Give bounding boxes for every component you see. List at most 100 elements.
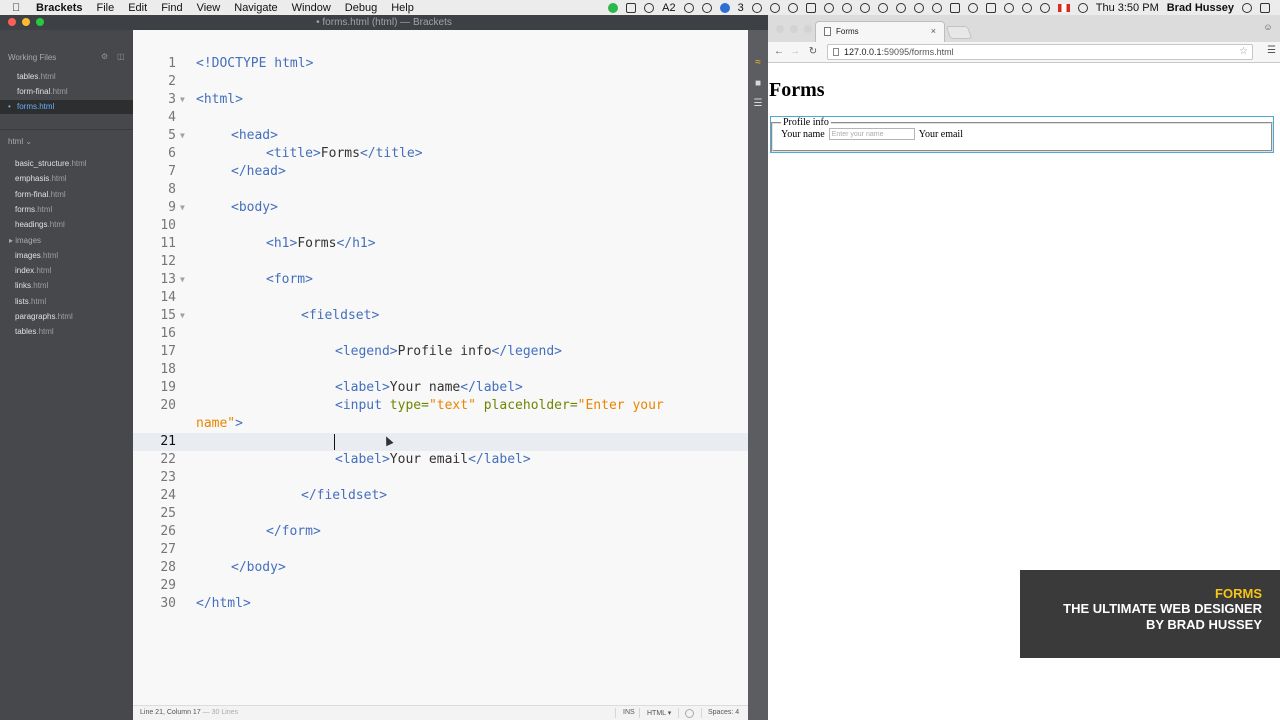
code-line[interactable]: 2 <box>133 73 748 91</box>
insert-mode-toggle[interactable]: INS <box>623 709 635 716</box>
tools-icon[interactable] <box>626 2 637 13</box>
profile-icon[interactable]: ☺ <box>1262 22 1274 34</box>
fold-arrow-icon[interactable]: ▼ <box>180 307 185 325</box>
file-tree-item[interactable]: images.html <box>0 249 133 263</box>
history-icon[interactable] <box>841 2 852 13</box>
layers-icon[interactable]: ☰ <box>752 98 764 110</box>
sync-icon[interactable] <box>608 2 619 13</box>
adobe-badge-icon[interactable]: A2 <box>662 2 675 14</box>
cloud-app-icon[interactable] <box>719 2 730 13</box>
close-window-button[interactable] <box>776 25 784 33</box>
code-line[interactable]: 19 <label>Your name</label> <box>133 379 748 397</box>
code-line[interactable]: 4 <box>133 109 748 127</box>
battery-icon[interactable] <box>985 2 996 13</box>
menu-navigate[interactable]: Navigate <box>234 2 277 14</box>
project-dropdown[interactable]: html ⌄ <box>8 137 32 146</box>
minimize-window-button[interactable] <box>22 18 30 26</box>
indent-setting[interactable]: Spaces: 4 <box>708 709 739 716</box>
code-line[interactable]: 30 </html> <box>133 595 748 613</box>
code-line[interactable]: 24 </fieldset> <box>133 487 748 505</box>
fold-arrow-icon[interactable]: ▼ <box>180 199 185 217</box>
extension-manager-icon[interactable]: ■ <box>752 78 764 90</box>
info-icon[interactable] <box>769 2 780 13</box>
code-line[interactable]: 20 <input type="text" placeholder="Enter … <box>133 397 748 415</box>
code-line[interactable]: 29 <box>133 577 748 595</box>
forward-arrow-icon[interactable]: → <box>788 45 802 59</box>
page-info-icon[interactable] <box>833 48 839 56</box>
file-tree-item[interactable]: forms.html <box>0 203 133 217</box>
code-line[interactable]: 1 <!DOCTYPE html> <box>133 55 748 73</box>
disc-icon[interactable] <box>877 2 888 13</box>
address-bar[interactable]: 127.0.0.1:59095/forms.html ☆ <box>827 44 1253 60</box>
menu-window[interactable]: Window <box>292 2 331 14</box>
close-window-button[interactable] <box>8 18 16 26</box>
reload-icon[interactable]: ↻ <box>806 45 820 59</box>
apple-menu-icon[interactable]:  <box>12 2 26 14</box>
menu-app-name[interactable]: Brackets <box>36 2 82 14</box>
code-line[interactable]: 25 <box>133 505 748 523</box>
fold-arrow-icon[interactable]: ▼ <box>180 91 185 109</box>
new-tab-button[interactable] <box>945 26 973 39</box>
menu-help[interactable]: Help <box>391 2 414 14</box>
pen-icon[interactable] <box>931 2 942 13</box>
code-line[interactable]: 3 ▼ <html> <box>133 91 748 109</box>
code-line[interactable]: 17 <legend>Profile info</legend> <box>133 343 748 361</box>
clock-circle-icon[interactable] <box>701 2 712 13</box>
code-line[interactable]: 13 ▼ <form> <box>133 271 748 289</box>
file-tree-item[interactable]: form-final.html <box>0 188 133 202</box>
file-tree-item[interactable]: paragraphs.html <box>0 310 133 324</box>
back-arrow-icon[interactable]: ← <box>772 45 786 59</box>
plus-icon[interactable] <box>751 2 762 13</box>
bluetooth-icon[interactable] <box>1021 2 1032 13</box>
bar-icon[interactable] <box>683 2 694 13</box>
menu-find[interactable]: Find <box>161 2 182 14</box>
grid-icon[interactable] <box>823 2 834 13</box>
code-line[interactable]: 8 <box>133 181 748 199</box>
code-line[interactable]: 26 </form> <box>133 523 748 541</box>
wifi-icon[interactable] <box>1003 2 1014 13</box>
lint-status-icon[interactable] <box>685 709 694 718</box>
keyboard-icon[interactable] <box>1077 2 1088 13</box>
code-line[interactable]: 28 </body> <box>133 559 748 577</box>
chrome-menu-icon[interactable]: ☰ <box>1267 45 1276 56</box>
code-line[interactable]: 6 <title>Forms</title> <box>133 145 748 163</box>
flame-icon[interactable] <box>859 2 870 13</box>
upload-icon[interactable] <box>895 2 906 13</box>
gear-icon[interactable]: ⚙ <box>101 52 108 61</box>
current-code-line[interactable]: 21 <box>133 433 748 451</box>
code-line-wrapped[interactable]: name"> <box>133 415 748 433</box>
code-line[interactable]: 12 <box>133 253 748 271</box>
chat-icon[interactable] <box>967 2 978 13</box>
code-line[interactable]: 11 <h1>Forms</h1> <box>133 235 748 253</box>
code-line[interactable]: 9 ▼ <body> <box>133 199 748 217</box>
file-tree-item[interactable]: index.html <box>0 264 133 278</box>
box-icon[interactable] <box>644 2 655 13</box>
bookmark-star-icon[interactable]: ☆ <box>1239 45 1248 59</box>
tab-forms[interactable]: Forms × <box>815 21 945 42</box>
zoom-window-button[interactable] <box>804 25 812 33</box>
notification-center-icon[interactable] <box>1260 2 1270 13</box>
fold-arrow-icon[interactable]: ▼ <box>180 127 185 145</box>
windows-icon[interactable] <box>949 2 960 13</box>
dropbox-icon[interactable] <box>805 2 816 13</box>
menu-debug[interactable]: Debug <box>345 2 377 14</box>
code-line[interactable]: 16 <box>133 325 748 343</box>
canada-flag-icon[interactable] <box>1057 3 1070 12</box>
working-file-tables[interactable]: tables.html <box>0 70 133 84</box>
file-tree-item[interactable]: emphasis.html <box>0 172 133 186</box>
cloud-icon[interactable] <box>913 2 924 13</box>
menu-file[interactable]: File <box>96 2 114 14</box>
file-tree-item[interactable]: tables.html <box>0 325 133 339</box>
menu-user[interactable]: Brad Hussey <box>1167 2 1234 14</box>
menu-clock[interactable]: Thu 3:50 PM <box>1096 2 1159 14</box>
code-line[interactable]: 15 ▼ <fieldset> <box>133 307 748 325</box>
code-line[interactable]: 14 <box>133 289 748 307</box>
split-view-icon[interactable]: ◫ <box>117 52 125 61</box>
code-line[interactable]: 7 </head> <box>133 163 748 181</box>
folder-tree-item[interactable]: ▸ images <box>0 234 133 248</box>
code-line[interactable]: 18 <box>133 361 748 379</box>
name-input[interactable] <box>828 128 915 140</box>
working-file-form-final[interactable]: form-final.html <box>0 85 133 99</box>
code-line[interactable]: 5 ▼ <head> <box>133 127 748 145</box>
code-line[interactable]: 23 <box>133 469 748 487</box>
